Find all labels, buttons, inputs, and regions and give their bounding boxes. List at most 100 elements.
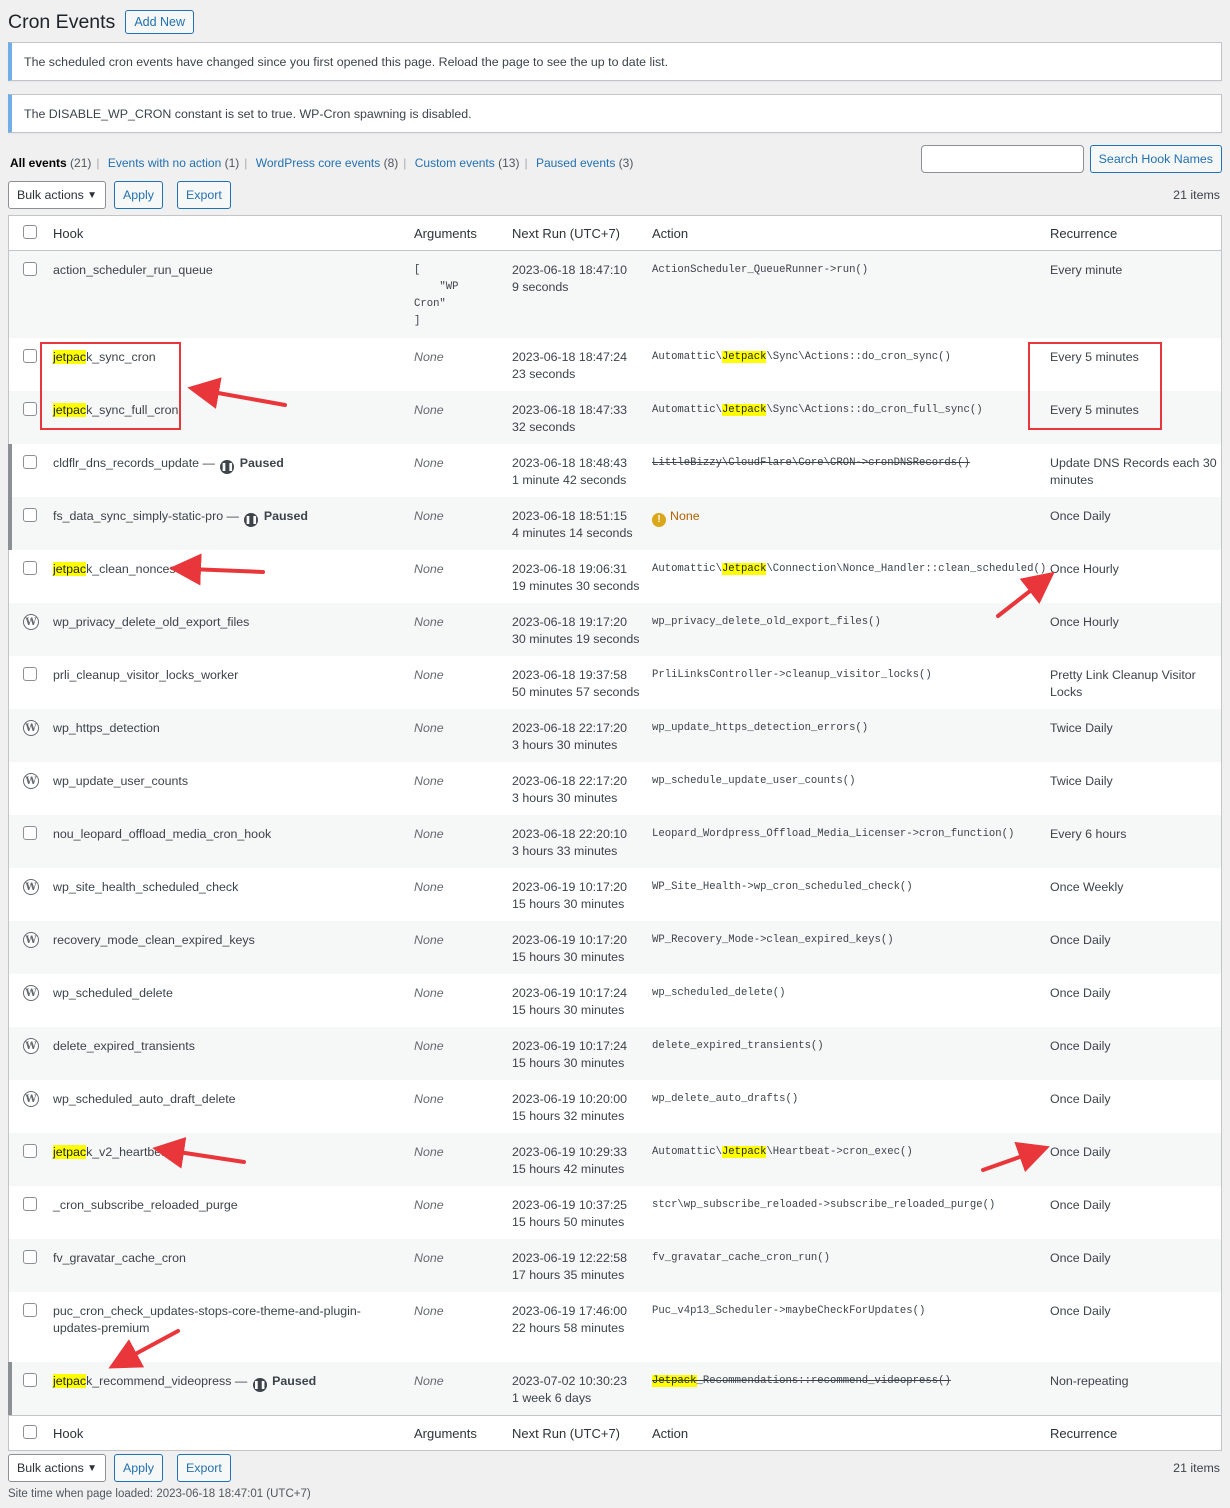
next-run-relative: 3 hours 30 minutes <box>512 738 618 752</box>
action-cell: Puc_v4p13_Scheduler->maybeCheckForUpdate… <box>652 1305 926 1317</box>
hook-text: _cron_subscribe_reloaded_purge <box>53 1198 238 1212</box>
recurrence-cell: Every 5 minutes <box>1050 403 1139 417</box>
wordpress-logo-icon: W <box>23 932 39 948</box>
table-row: Wrecovery_mode_clean_expired_keys None 202… <box>9 921 1221 974</box>
row-checkbox[interactable] <box>23 1373 37 1387</box>
view-count: (3) <box>618 156 634 170</box>
notice-disable-wp-cron: The DISABLE_WP_CRON constant is set to t… <box>8 94 1222 133</box>
export-button[interactable]: Export <box>177 181 231 209</box>
items-count-bottom: 21 items <box>1173 1461 1220 1475</box>
row-checkbox[interactable] <box>23 1197 37 1211</box>
row-checkbox[interactable] <box>23 1250 37 1264</box>
next-run-time: 2023-06-18 18:47:24 <box>512 350 628 364</box>
wordpress-logo-icon: W <box>23 1038 39 1054</box>
wordpress-logo-icon: W <box>23 879 39 895</box>
view-no-action[interactable]: Events with no action <box>108 156 221 170</box>
recurrence-cell: Every minute <box>1050 263 1123 277</box>
hook-text: fs_data_sync_simply-static-pro <box>53 509 224 523</box>
select-all-checkbox[interactable] <box>23 225 37 239</box>
column-hook[interactable]: Hook <box>53 225 403 242</box>
column-hook-footer[interactable]: Hook <box>53 1425 403 1442</box>
recurrence-cell: Once Daily <box>1050 1039 1111 1053</box>
view-core-events[interactable]: WordPress core events <box>256 156 381 170</box>
table-row: Wwp_https_detection None 2023-06-18 22:17:… <box>9 709 1221 762</box>
arguments-cell: None <box>414 880 444 894</box>
notice-events-changed: The scheduled cron events have changed s… <box>8 42 1222 81</box>
hook-name: wp_scheduled_auto_draft_delete <box>53 1091 403 1108</box>
next-run-cell: 2023-06-19 10:17:20 15 hours 30 minutes <box>512 932 647 966</box>
arguments-cell: None <box>414 615 444 629</box>
hook-text: nou_leopard_offload_media_cron_hook <box>53 827 272 841</box>
recurrence-cell: Update DNS Records each 30 minutes <box>1050 456 1217 487</box>
arguments-cell: None <box>414 1092 444 1106</box>
hook-name: fv_gravatar_cache_cron <box>53 1250 403 1267</box>
bulk-actions-select[interactable]: Bulk actions ▼ <box>8 181 106 209</box>
next-run-time: 2023-07-02 10:30:23 <box>512 1374 628 1388</box>
pause-icon: ❚❚ <box>244 512 259 527</box>
next-run-relative: 17 hours 35 minutes <box>512 1268 625 1282</box>
add-new-button[interactable]: Add New <box>125 10 195 34</box>
view-custom-events[interactable]: Custom events <box>415 156 495 170</box>
row-checkbox[interactable] <box>23 402 37 416</box>
wordpress-logo-icon: W <box>23 985 39 1001</box>
table-row: action_scheduler_run_queue [ "WP Cron" ] 2… <box>9 251 1221 338</box>
wordpress-logo-icon: W <box>23 720 39 736</box>
recurrence-cell: Once Daily <box>1050 509 1111 523</box>
search-highlight: Jetpack <box>721 1146 767 1158</box>
next-run-relative: 15 hours 32 minutes <box>512 1109 625 1123</box>
row-checkbox[interactable] <box>23 1303 37 1317</box>
next-run-relative: 4 minutes 14 seconds <box>512 526 633 540</box>
next-run-cell: 2023-06-18 19:37:58 50 minutes 57 seconds <box>512 667 647 701</box>
recurrence-cell: Twice Daily <box>1050 721 1113 735</box>
column-recurrence: Recurrence <box>1050 226 1118 241</box>
next-run-cell: 2023-06-18 19:06:31 19 minutes 30 seconds <box>512 561 647 595</box>
next-run-time: 2023-06-19 10:20:00 <box>512 1092 628 1106</box>
items-count: 21 items <box>1173 188 1220 202</box>
apply-button[interactable]: Apply <box>114 181 163 209</box>
column-next-run[interactable]: Next Run (UTC+7) <box>512 225 647 242</box>
table-footer: Hook Arguments Next Run (UTC+7) Action R… <box>9 1415 1221 1450</box>
arguments-cell: None <box>414 1374 444 1388</box>
bulk-actions-select-bottom[interactable]: Bulk actions ▼ <box>8 1454 106 1482</box>
action-cell: LittleBizzy\CloudFlare\Core\CRON->cronDN… <box>652 457 970 469</box>
event-filter-views: All events (21) | Events with no action (… <box>10 156 634 170</box>
row-checkbox[interactable] <box>23 508 37 522</box>
next-run-relative: 3 hours 33 minutes <box>512 844 618 858</box>
hook-text: wp_scheduled_delete <box>53 986 173 1000</box>
view-paused-events[interactable]: Paused events <box>536 156 615 170</box>
row-checkbox[interactable] <box>23 826 37 840</box>
table-row: Wwp_scheduled_delete None 2023-06-19 10:17… <box>9 974 1221 1027</box>
arguments-cell: None <box>414 1251 444 1265</box>
next-run-time: 2023-06-18 19:37:58 <box>512 668 628 682</box>
view-count: (8) <box>383 156 399 170</box>
column-next-run-footer[interactable]: Next Run (UTC+7) <box>512 1425 647 1442</box>
apply-button-bottom[interactable]: Apply <box>114 1454 163 1482</box>
action-cell: WP_Recovery_Mode->clean_expired_keys() <box>652 934 894 946</box>
export-button-bottom[interactable]: Export <box>177 1454 231 1482</box>
row-checkbox[interactable] <box>23 561 37 575</box>
next-run-cell: 2023-06-18 18:48:43 1 minute 42 seconds <box>512 455 647 489</box>
row-checkbox[interactable] <box>23 455 37 469</box>
core-event-marker: W <box>23 773 39 789</box>
row-checkbox[interactable] <box>23 1144 37 1158</box>
arguments-cell: None <box>414 456 444 470</box>
pause-icon: ❚❚ <box>220 459 235 474</box>
table-body: action_scheduler_run_queue [ "WP Cron" ] 2… <box>8 251 1221 1415</box>
hook-name: delete_expired_transients <box>53 1038 403 1055</box>
next-run-relative: 15 hours 30 minutes <box>512 1056 625 1070</box>
row-checkbox[interactable] <box>23 667 37 681</box>
column-arguments: Arguments <box>414 226 477 241</box>
core-event-marker: W <box>23 720 39 736</box>
row-checkbox[interactable] <box>23 262 37 276</box>
recurrence-cell: Once Weekly <box>1050 880 1124 894</box>
next-run-time: 2023-06-19 10:17:24 <box>512 1039 628 1053</box>
view-all-events[interactable]: All events <box>10 156 67 170</box>
recurrence-cell: Every 6 hours <box>1050 827 1127 841</box>
select-all-checkbox-footer[interactable] <box>23 1425 37 1439</box>
recurrence-cell: Once Hourly <box>1050 615 1119 629</box>
notice-text: The DISABLE_WP_CRON constant is set to t… <box>24 106 472 121</box>
search-hook-names-button[interactable]: Search Hook Names <box>1089 145 1222 173</box>
search-input[interactable] <box>920 145 1084 173</box>
table-row: jetpack_recommend_videopress — ❚❚ Paused… <box>8 1362 1221 1415</box>
row-checkbox[interactable] <box>23 349 37 363</box>
